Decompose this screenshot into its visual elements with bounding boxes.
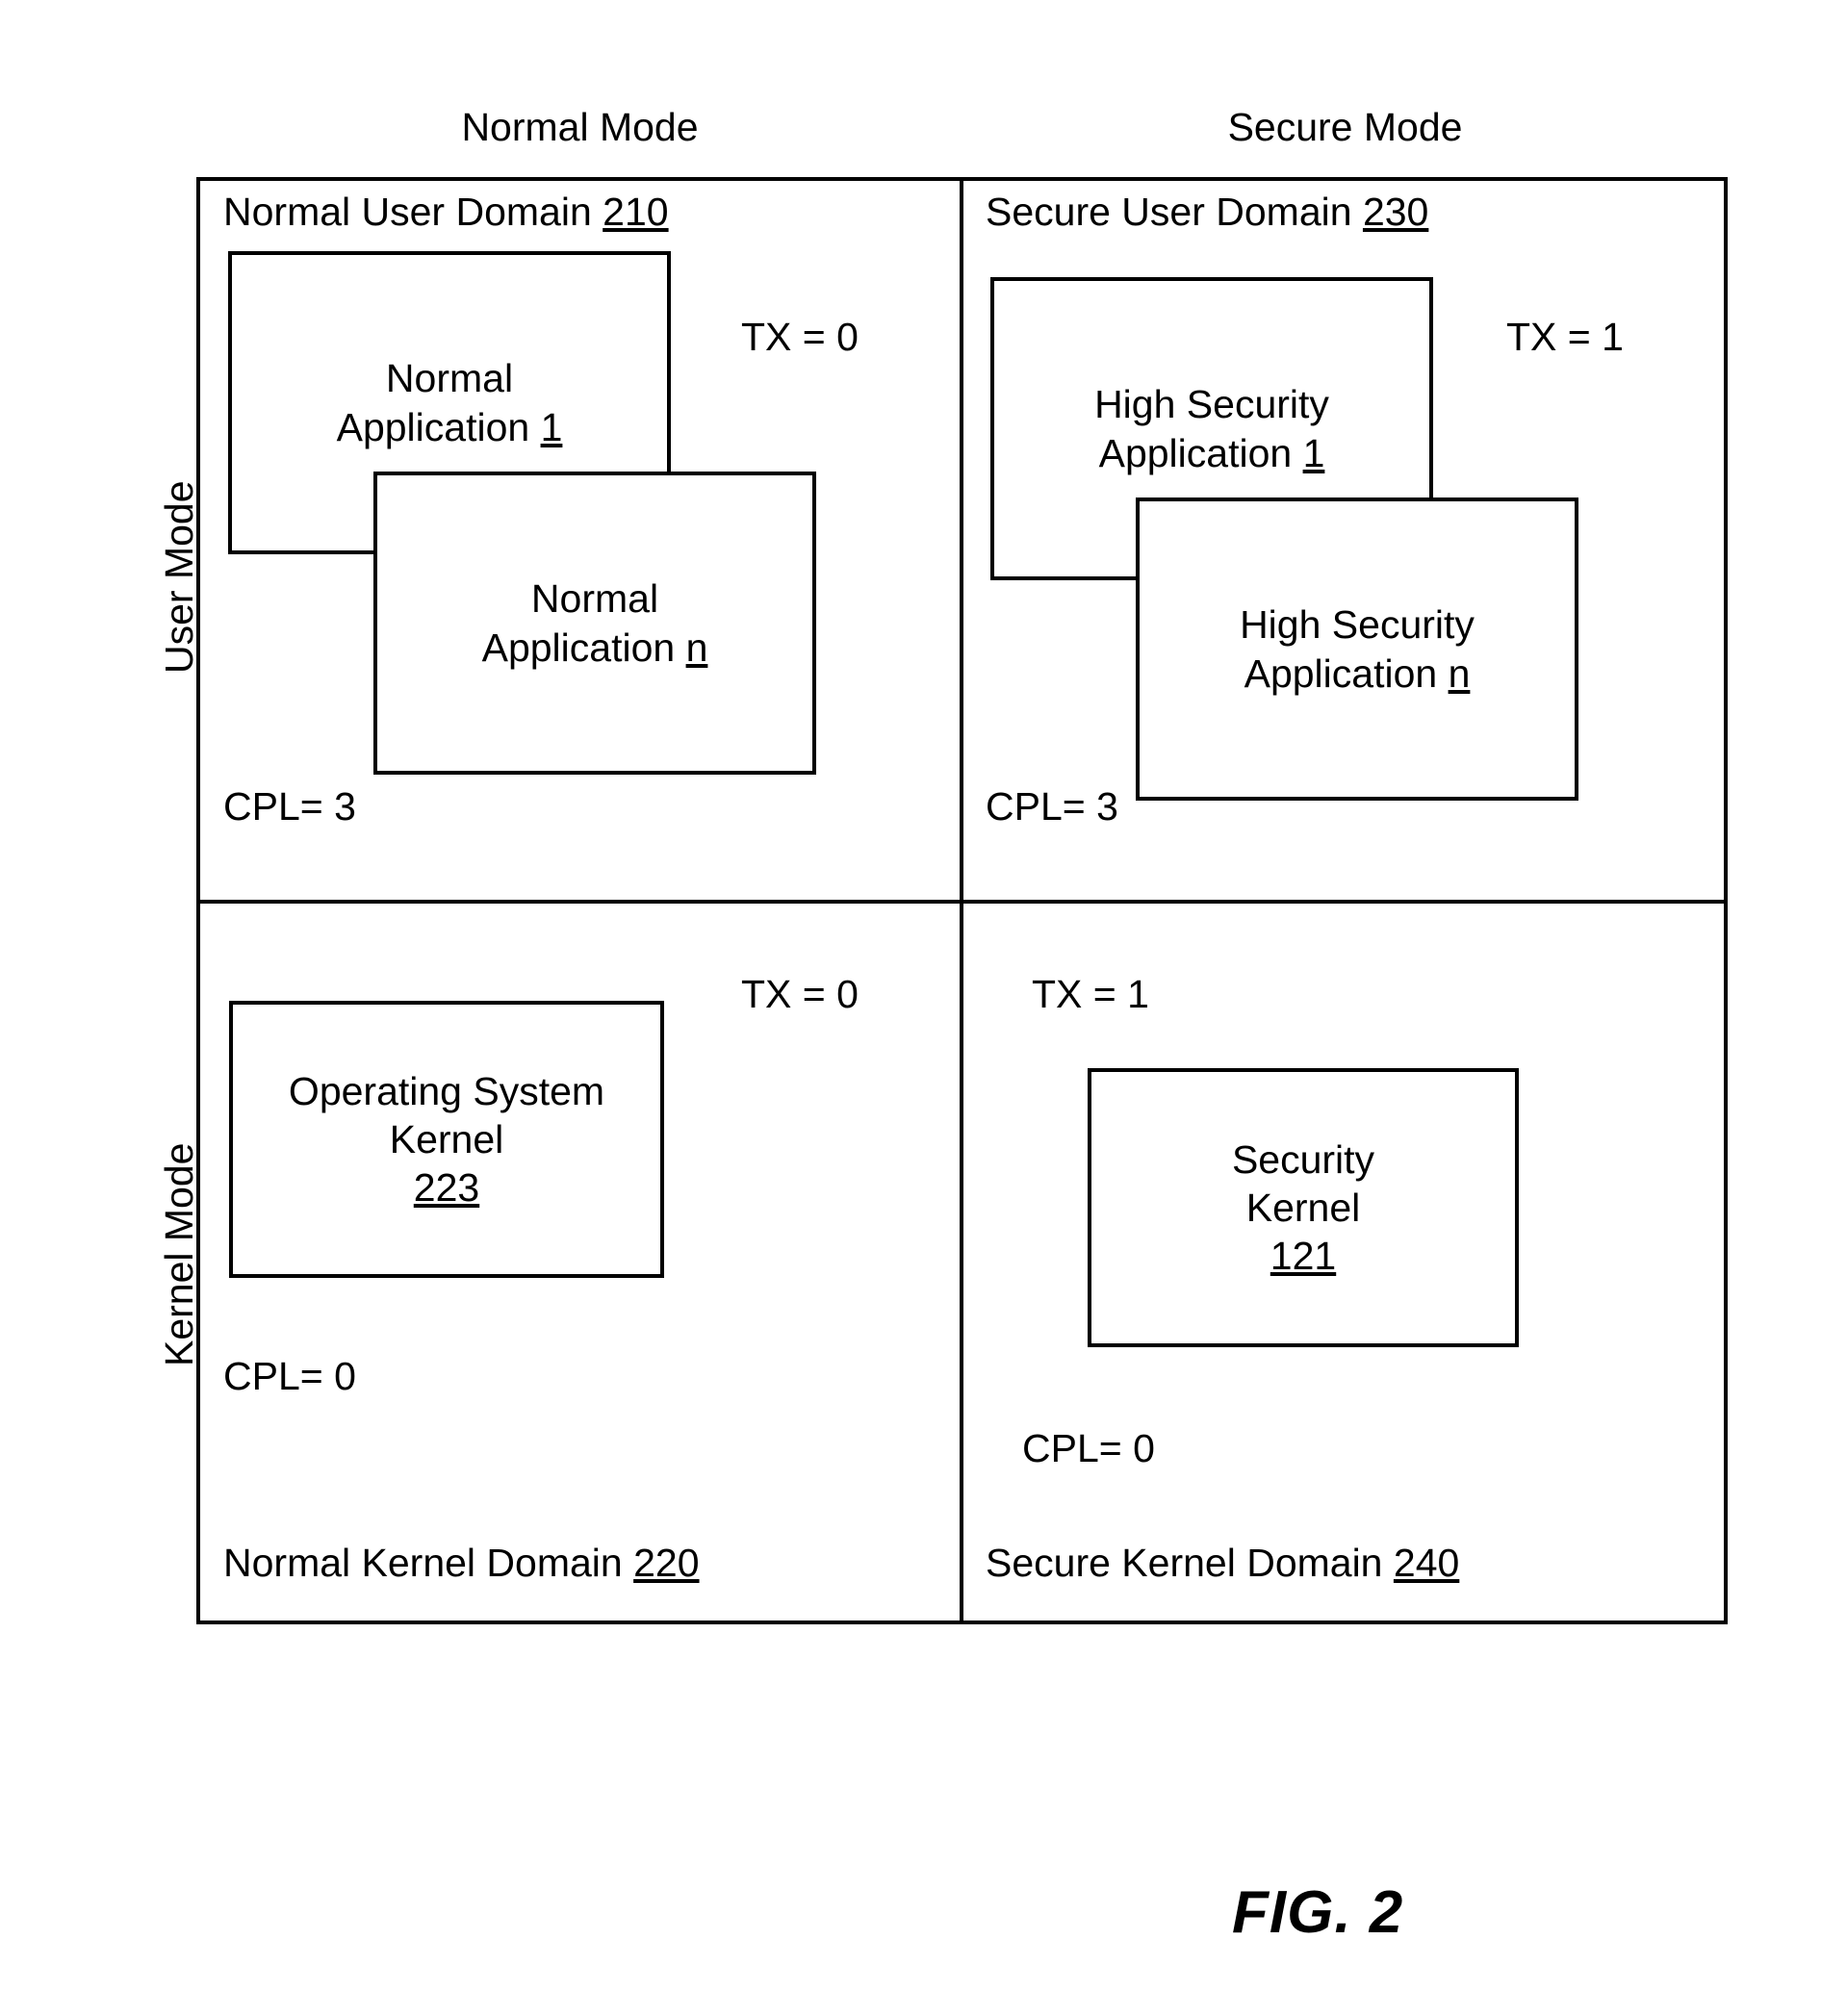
high-security-application-1-line2: Application 1 <box>1099 429 1325 477</box>
operating-system-kernel-line2: Kernel <box>389 1116 504 1161</box>
high-security-application-1-line1: High Security <box>1094 382 1329 427</box>
figure-2-diagram: Normal Mode Secure Mode User Mode Kernel… <box>0 0 1847 2016</box>
secure-user-domain-cpl-label: CPL= 3 <box>986 784 1118 829</box>
operating-system-kernel-line1: Operating System <box>288 1068 605 1113</box>
normal-application-n-line1: Normal <box>530 576 659 622</box>
column-header-normal-mode: Normal Mode <box>461 105 699 149</box>
normal-application-1-line2: Application 1 <box>337 403 563 451</box>
normal-application-1-ref: 1 <box>540 404 563 449</box>
high-security-application-1-line2-text: Application <box>1098 430 1293 475</box>
security-kernel-box: Security Kernel 121 <box>1088 1068 1519 1347</box>
secure-kernel-domain-cpl-label: CPL= 0 <box>1022 1426 1155 1470</box>
secure-kernel-domain-ref: 240 <box>1393 1541 1460 1585</box>
normal-user-domain-tx-label: TX = 0 <box>741 315 859 359</box>
normal-user-domain-title-text: Normal User Domain <box>223 190 592 234</box>
figure-caption: FIG. 2 <box>1232 1879 1404 1946</box>
secure-kernel-domain-title: Secure Kernel Domain 240 <box>986 1544 1459 1583</box>
normal-application-n-line2-text: Application <box>481 625 676 670</box>
diagram-horizontal-divider <box>196 900 1728 904</box>
security-kernel-line1: Security <box>1231 1136 1375 1182</box>
secure-kernel-domain-title-text: Secure Kernel Domain <box>986 1541 1383 1585</box>
high-security-application-n-line1: High Security <box>1240 602 1475 648</box>
normal-user-domain-title: Normal User Domain 210 <box>223 192 669 232</box>
normal-application-1-line2-text: Application <box>336 404 530 449</box>
row-label-kernel-mode: Kernel Mode <box>157 1142 201 1366</box>
security-kernel-line2: Kernel <box>1245 1185 1361 1230</box>
normal-application-1-line1: Normal <box>385 356 514 401</box>
normal-kernel-domain-tx-label: TX = 0 <box>741 972 859 1016</box>
normal-application-n-box: Normal Application n <box>373 472 816 775</box>
operating-system-kernel-ref: 223 <box>413 1165 480 1210</box>
normal-application-n-line2: Application n <box>482 624 708 672</box>
secure-user-domain-ref: 230 <box>1362 190 1429 234</box>
high-security-application-n-line2-text: Application <box>1244 651 1438 696</box>
normal-kernel-domain-cpl-label: CPL= 0 <box>223 1354 356 1398</box>
high-security-application-n-ref: n <box>1448 651 1471 696</box>
secure-kernel-domain-tx-label: TX = 1 <box>1032 972 1149 1016</box>
secure-user-domain-tx-label: TX = 1 <box>1506 315 1624 359</box>
secure-user-domain-title-text: Secure User Domain <box>986 190 1352 234</box>
normal-kernel-domain-title-text: Normal Kernel Domain <box>223 1541 623 1585</box>
row-label-user-mode: User Mode <box>157 480 201 674</box>
normal-user-domain-ref: 210 <box>603 190 669 234</box>
column-header-secure-mode: Secure Mode <box>1227 105 1463 149</box>
normal-kernel-domain-title: Normal Kernel Domain 220 <box>223 1544 700 1583</box>
normal-user-domain-cpl-label: CPL= 3 <box>223 784 356 829</box>
security-kernel-ref: 121 <box>1270 1234 1337 1278</box>
high-security-application-n-box: High Security Application n <box>1136 498 1578 801</box>
normal-kernel-domain-ref: 220 <box>633 1541 700 1585</box>
high-security-application-n-line2: Application n <box>1244 650 1471 698</box>
operating-system-kernel-box: Operating System Kernel 223 <box>229 1001 664 1278</box>
normal-application-n-ref: n <box>685 625 708 670</box>
secure-user-domain-title: Secure User Domain 230 <box>986 192 1428 232</box>
high-security-application-1-ref: 1 <box>1302 430 1325 475</box>
